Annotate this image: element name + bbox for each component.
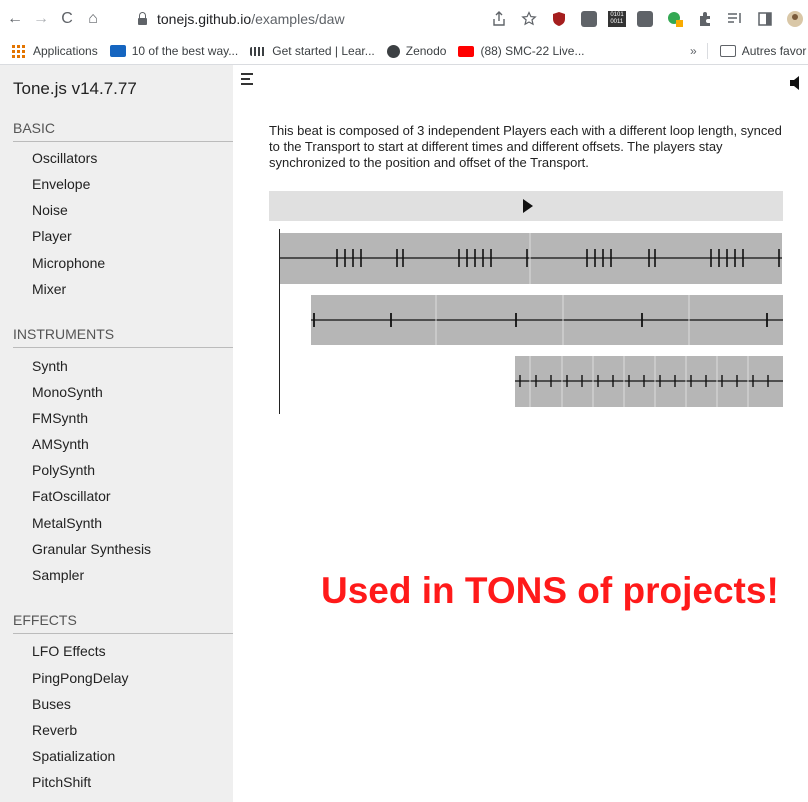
- url-path: /examples/daw: [251, 11, 345, 27]
- sidebar-item-synth[interactable]: Synth: [32, 358, 68, 374]
- waveform-1: [279, 233, 782, 284]
- sidebar-item-fmsynth[interactable]: FMSynth: [32, 410, 88, 426]
- playhead[interactable]: [279, 229, 280, 414]
- sidebar-item-fatoscillator[interactable]: FatOscillator: [32, 488, 111, 504]
- sidebar-item-monosynth[interactable]: MonoSynth: [32, 384, 103, 400]
- sidebar-item-microphone[interactable]: Microphone: [32, 255, 105, 271]
- toolbar-icons: 0101 0011 ⋮: [488, 8, 808, 30]
- side-panel-icon[interactable]: [754, 8, 776, 30]
- bookmark-best-ways[interactable]: 10 of the best way...: [109, 44, 239, 58]
- ublock-icon[interactable]: [548, 8, 570, 30]
- back-icon[interactable]: ←: [4, 10, 26, 28]
- site-title[interactable]: Tone.js v14.7.77: [13, 79, 137, 99]
- lines-icon: [250, 46, 267, 56]
- sidebar-item-amsynth[interactable]: AMSynth: [32, 436, 89, 452]
- address-bar[interactable]: tonejs.github.io/examples/daw: [138, 6, 345, 32]
- waveform-2: [311, 295, 783, 345]
- other-bookmarks-button[interactable]: Autres favor: [742, 44, 807, 58]
- sidebar-item-pitchshift[interactable]: PitchShift: [32, 774, 91, 790]
- sidebar-item-sampler[interactable]: Sampler: [32, 567, 84, 583]
- browser-toolbar: ← → C ⌂ tonejs.github.io/examples/daw 01…: [0, 0, 808, 38]
- promo-caption: Used in TONS of projects!: [321, 570, 779, 611]
- sidebar-item-spatialization[interactable]: Spatialization: [32, 748, 115, 764]
- facebook-extension-icon[interactable]: [634, 8, 656, 30]
- more-bookmarks-button[interactable]: »: [690, 44, 697, 58]
- play-icon: [523, 199, 533, 213]
- section-instruments: INSTRUMENTS: [13, 326, 233, 348]
- bookmark-label: Get started | Lear...: [272, 44, 375, 58]
- extension-badge-icon[interactable]: [664, 8, 686, 30]
- extensions-puzzle-icon[interactable]: [694, 8, 716, 30]
- menu-collapse-icon[interactable]: [241, 73, 255, 85]
- bookmark-label: 10 of the best way...: [131, 44, 239, 58]
- sidebar-item-metalsynth[interactable]: MetalSynth: [32, 515, 102, 531]
- bookmarks-bar: Applications 10 of the best way... Get s…: [0, 38, 808, 65]
- bookmark-smc-live[interactable]: (88) SMC-22 Live...: [458, 44, 585, 58]
- bookmark-label: (88) SMC-22 Live...: [480, 44, 585, 58]
- bookmarks-overflow: » Autres favor: [690, 38, 806, 64]
- example-description: This beat is composed of 3 independent P…: [269, 123, 782, 170]
- home-icon[interactable]: ⌂: [82, 10, 104, 28]
- bookmark-zenodo[interactable]: Zenodo: [386, 44, 447, 58]
- bookmark-applications[interactable]: Applications: [12, 44, 98, 58]
- sidebar-item-envelope[interactable]: Envelope: [32, 176, 90, 192]
- mit-icon: [109, 45, 126, 57]
- profile-avatar-icon[interactable]: [784, 8, 806, 30]
- youtube-icon: [458, 45, 475, 57]
- player-track-3[interactable]: [515, 356, 783, 407]
- example-content: This beat is composed of 3 independent P…: [233, 65, 808, 802]
- url-host: tonejs.github.io: [157, 11, 252, 27]
- media-control-icon[interactable]: [724, 8, 746, 30]
- sidebar-item-mixer[interactable]: Mixer: [32, 281, 66, 297]
- sidebar-item-buses[interactable]: Buses: [32, 696, 71, 712]
- share-icon[interactable]: [488, 8, 510, 30]
- sidebar-item-pingpongdelay[interactable]: PingPongDelay: [32, 670, 129, 686]
- apps-grid-icon: [12, 44, 25, 58]
- globe-icon: [386, 44, 400, 58]
- sidebar-item-lfo-effects[interactable]: LFO Effects: [32, 643, 106, 659]
- player-track-1[interactable]: [279, 233, 782, 284]
- speaker-icon[interactable]: [789, 75, 808, 91]
- folder-icon: [719, 45, 736, 57]
- sidebar-item-granular-synthesis[interactable]: Granular Synthesis: [32, 541, 151, 557]
- play-button[interactable]: [269, 191, 783, 221]
- waveform-3: [515, 356, 783, 407]
- lock-icon[interactable]: [138, 11, 147, 25]
- sidebar-item-player[interactable]: Player: [32, 228, 72, 244]
- bookmarks-divider: [706, 43, 708, 59]
- sidebar-item-oscillators[interactable]: Oscillators: [32, 150, 97, 166]
- bookmark-label: Zenodo: [405, 44, 447, 58]
- sidebar-item-polysynth[interactable]: PolySynth: [32, 462, 95, 478]
- sidebar-item-noise[interactable]: Noise: [32, 202, 68, 218]
- editor-extension-icon[interactable]: [578, 8, 600, 30]
- binary-extension-icon[interactable]: 0101 0011: [608, 11, 626, 27]
- bookmark-get-started[interactable]: Get started | Lear...: [250, 44, 375, 58]
- section-basic: BASIC: [13, 120, 233, 142]
- docs-sidebar: Tone.js v14.7.77 BASIC Oscillators Envel…: [0, 65, 233, 802]
- section-effects: EFFECTS: [13, 612, 233, 634]
- bookmark-label: Applications: [33, 44, 98, 58]
- player-track-2[interactable]: [311, 295, 783, 345]
- reload-icon[interactable]: C: [56, 10, 78, 28]
- forward-icon[interactable]: →: [30, 10, 52, 28]
- sidebar-item-reverb[interactable]: Reverb: [32, 722, 77, 738]
- star-icon[interactable]: [518, 8, 540, 30]
